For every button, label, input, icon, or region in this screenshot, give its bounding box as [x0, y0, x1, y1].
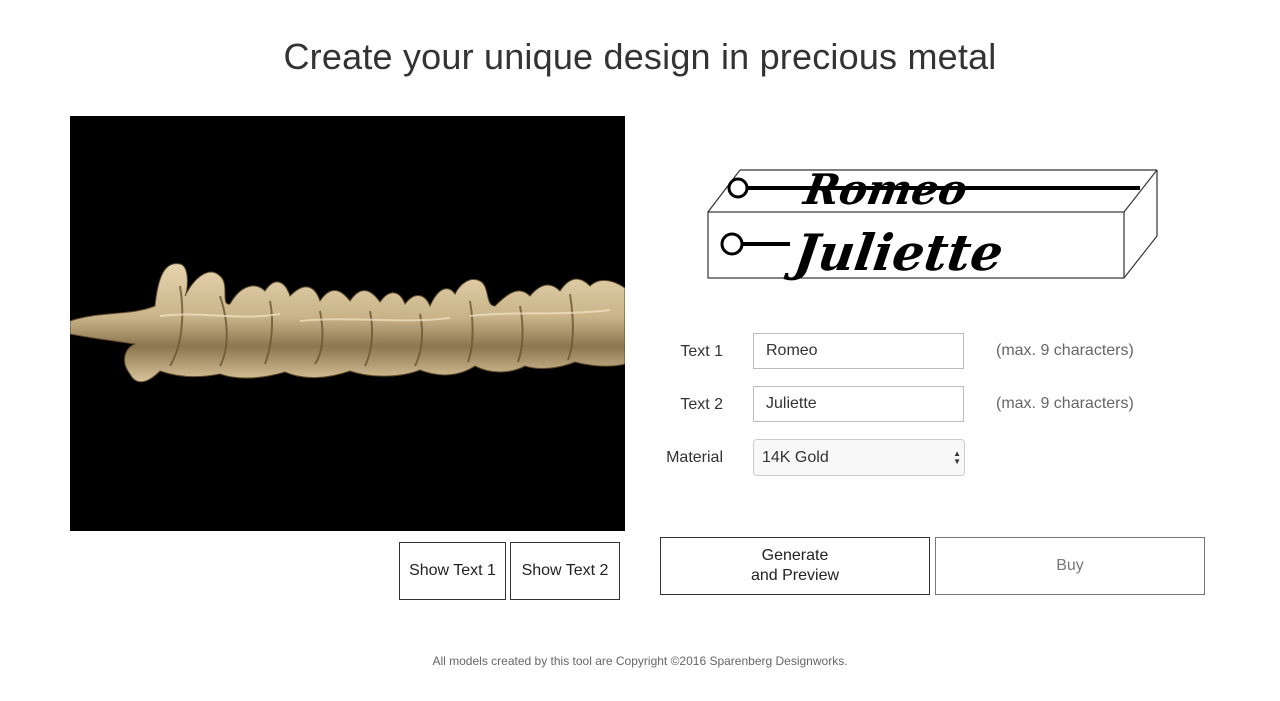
buy-button[interactable]: Buy — [935, 537, 1205, 595]
text2-hint: (max. 9 characters) — [996, 395, 1134, 412]
text1-input[interactable] — [753, 333, 964, 369]
material-selected-value: 14K Gold — [762, 449, 829, 466]
text1-label: Text 1 — [680, 343, 723, 360]
show-text1-button[interactable]: Show Text 1 — [399, 542, 506, 600]
show-text2-button[interactable]: Show Text 2 — [510, 542, 620, 600]
gold-nameplate-render — [70, 263, 625, 383]
generate-button-line1: Generate — [761, 547, 829, 564]
ring-1-icon — [727, 177, 749, 199]
copyright-footer: All models created by this tool are Copy… — [432, 654, 848, 668]
nameplate-outline-svg: Romeo Juliette — [707, 164, 1158, 282]
generate-button-line2: and Preview — [750, 567, 840, 584]
preview-line1-text: Romeo — [799, 164, 971, 214]
page-title: Create your unique design in precious me… — [283, 36, 997, 77]
gold-script-shape — [70, 263, 625, 383]
text1-hint: (max. 9 characters) — [996, 342, 1134, 359]
design-preview-diagram: Romeo Juliette — [700, 160, 1170, 290]
up-down-arrows-icon: ▲ ▼ — [953, 449, 961, 466]
generate-preview-button[interactable]: Generate and Preview — [660, 537, 930, 595]
material-select[interactable]: 14K Gold ▲ ▼ — [753, 439, 965, 476]
preview-line2-text: Juliette — [783, 223, 1007, 282]
text2-label: Text 2 — [680, 396, 723, 413]
text2-input[interactable] — [753, 386, 964, 422]
3d-model-viewer[interactable] — [70, 116, 625, 531]
material-label: Material — [666, 449, 723, 466]
ring-2-icon — [720, 232, 744, 256]
